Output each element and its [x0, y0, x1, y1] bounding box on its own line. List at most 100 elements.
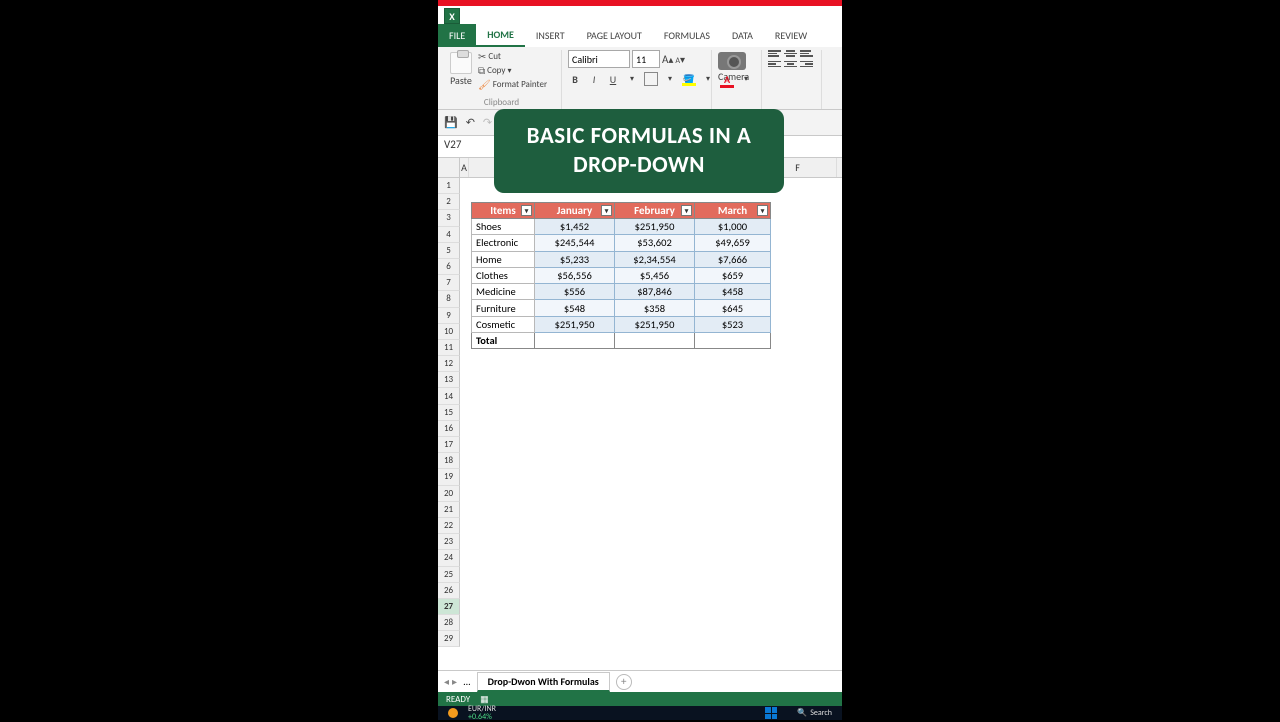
taskbar-stock-widget[interactable]: EUR/INR +0.64% [468, 705, 496, 721]
cell-jan[interactable]: $556 [535, 284, 615, 300]
filter-icon[interactable]: ▾ [521, 205, 532, 216]
total-feb[interactable] [615, 333, 695, 349]
row-header[interactable]: 6 [438, 259, 460, 275]
select-all-corner[interactable] [438, 158, 460, 177]
cell-jan[interactable]: $5,233 [535, 252, 615, 268]
cell-item[interactable]: Clothes [471, 268, 535, 284]
font-size-combo[interactable] [632, 50, 660, 68]
undo-button[interactable]: ↶ [466, 116, 475, 129]
cell-feb[interactable]: $87,846 [615, 284, 695, 300]
cell-item[interactable]: Home [471, 252, 535, 268]
cell-mar[interactable]: $49,659 [695, 235, 771, 251]
tab-review[interactable]: REVIEW [764, 24, 818, 47]
th-february[interactable]: February▾ [615, 202, 695, 219]
row-header[interactable]: 13 [438, 372, 460, 388]
align-top-button[interactable] [768, 50, 781, 57]
cell-feb[interactable]: $53,602 [615, 235, 695, 251]
cell-item[interactable]: Electronic [471, 235, 535, 251]
filter-icon[interactable]: ▾ [757, 205, 768, 216]
row-header[interactable]: 5 [438, 243, 460, 259]
th-items[interactable]: Items▾ [471, 202, 535, 219]
tab-file[interactable]: FILE [438, 24, 476, 47]
align-left-button[interactable] [768, 61, 781, 68]
cell-jan[interactable]: $245,544 [535, 235, 615, 251]
cell-feb[interactable]: $5,456 [615, 268, 695, 284]
row-header[interactable]: 18 [438, 453, 460, 469]
name-box[interactable]: V27 [438, 136, 501, 157]
macro-record-icon[interactable]: ▦ [480, 694, 489, 705]
align-bottom-button[interactable] [800, 50, 813, 57]
row-header[interactable]: 26 [438, 583, 460, 599]
tab-formulas[interactable]: FORMULAS [653, 24, 721, 47]
row-header[interactable]: 12 [438, 356, 460, 372]
row-header[interactable]: 20 [438, 486, 460, 502]
borders-button[interactable] [644, 72, 658, 86]
align-right-button[interactable] [800, 61, 813, 68]
row-header[interactable]: 4 [438, 227, 460, 243]
new-sheet-button[interactable]: + [616, 674, 632, 690]
camera-icon[interactable] [718, 52, 746, 70]
align-middle-button[interactable] [784, 50, 797, 57]
increase-font-button[interactable]: A▴ [662, 53, 673, 66]
redo-button[interactable]: ↷ [483, 116, 492, 129]
format-painter-button[interactable]: 🖌Format Painter [478, 78, 547, 91]
cell-feb[interactable]: $251,950 [615, 219, 695, 235]
cell-item[interactable]: Shoes [471, 219, 535, 235]
decrease-font-button[interactable]: A▾ [675, 53, 685, 66]
cell-mar[interactable]: $458 [695, 284, 771, 300]
font-color-button[interactable]: A [720, 72, 734, 86]
cell-jan[interactable]: $1,452 [535, 219, 615, 235]
bold-button[interactable]: B [568, 72, 582, 86]
row-header[interactable]: 21 [438, 502, 460, 518]
row-header[interactable]: 17 [438, 437, 460, 453]
th-march[interactable]: March▾ [695, 202, 771, 219]
cell-item[interactable]: Medicine [471, 284, 535, 300]
tab-home[interactable]: HOME [476, 24, 525, 47]
row-header[interactable]: 28 [438, 615, 460, 631]
col-header-A[interactable]: A [460, 158, 469, 177]
row-header[interactable]: 27 [438, 599, 460, 615]
sheet-tab-active[interactable]: Drop-Dwon With Formulas [477, 672, 610, 692]
row-header[interactable]: 7 [438, 275, 460, 291]
taskbar-notification-icon[interactable] [448, 708, 458, 718]
cell-mar[interactable]: $523 [695, 317, 771, 333]
cell-mar[interactable]: $659 [695, 268, 771, 284]
fill-color-button[interactable]: 🪣 [682, 72, 696, 86]
cell-item[interactable]: Furniture [471, 300, 535, 316]
filter-icon[interactable]: ▾ [681, 205, 692, 216]
row-header[interactable]: 22 [438, 518, 460, 534]
cell-feb[interactable]: $2,34,554 [615, 252, 695, 268]
cut-button[interactable]: ✂Cut [478, 50, 547, 63]
row-header[interactable]: 9 [438, 308, 460, 324]
save-icon[interactable]: 💾 [444, 116, 458, 129]
tab-insert[interactable]: INSERT [525, 24, 576, 47]
th-january[interactable]: January▾ [535, 202, 615, 219]
cell-mar[interactable]: $7,666 [695, 252, 771, 268]
row-header[interactable]: 11 [438, 340, 460, 356]
row-header[interactable]: 19 [438, 469, 460, 485]
cell-jan[interactable]: $251,950 [535, 317, 615, 333]
cell-jan[interactable]: $56,556 [535, 268, 615, 284]
row-header[interactable]: 14 [438, 388, 460, 404]
cell-item[interactable]: Cosmetic [471, 317, 535, 333]
row-header[interactable]: 29 [438, 631, 460, 647]
row-header[interactable]: 8 [438, 291, 460, 307]
windows-start-icon[interactable] [765, 707, 777, 719]
copy-button[interactable]: ⧉Copy ▾ [478, 64, 547, 77]
cell-jan[interactable]: $548 [535, 300, 615, 316]
underline-button[interactable]: U [606, 72, 620, 86]
font-name-combo[interactable] [568, 50, 630, 68]
row-header[interactable]: 2 [438, 194, 460, 210]
row-header[interactable]: 1 [438, 178, 460, 194]
paste-button[interactable]: Paste [448, 50, 474, 91]
row-header[interactable]: 3 [438, 210, 460, 226]
taskbar-search[interactable]: 🔍 Search [797, 708, 832, 718]
total-jan[interactable] [535, 333, 615, 349]
row-header[interactable]: 16 [438, 421, 460, 437]
cell-feb[interactable]: $251,950 [615, 317, 695, 333]
tab-data[interactable]: DATA [721, 24, 764, 47]
row-header[interactable]: 23 [438, 534, 460, 550]
sheet-nav[interactable]: ◂▸ [444, 675, 457, 688]
cell-mar[interactable]: $645 [695, 300, 771, 316]
row-header[interactable]: 15 [438, 405, 460, 421]
